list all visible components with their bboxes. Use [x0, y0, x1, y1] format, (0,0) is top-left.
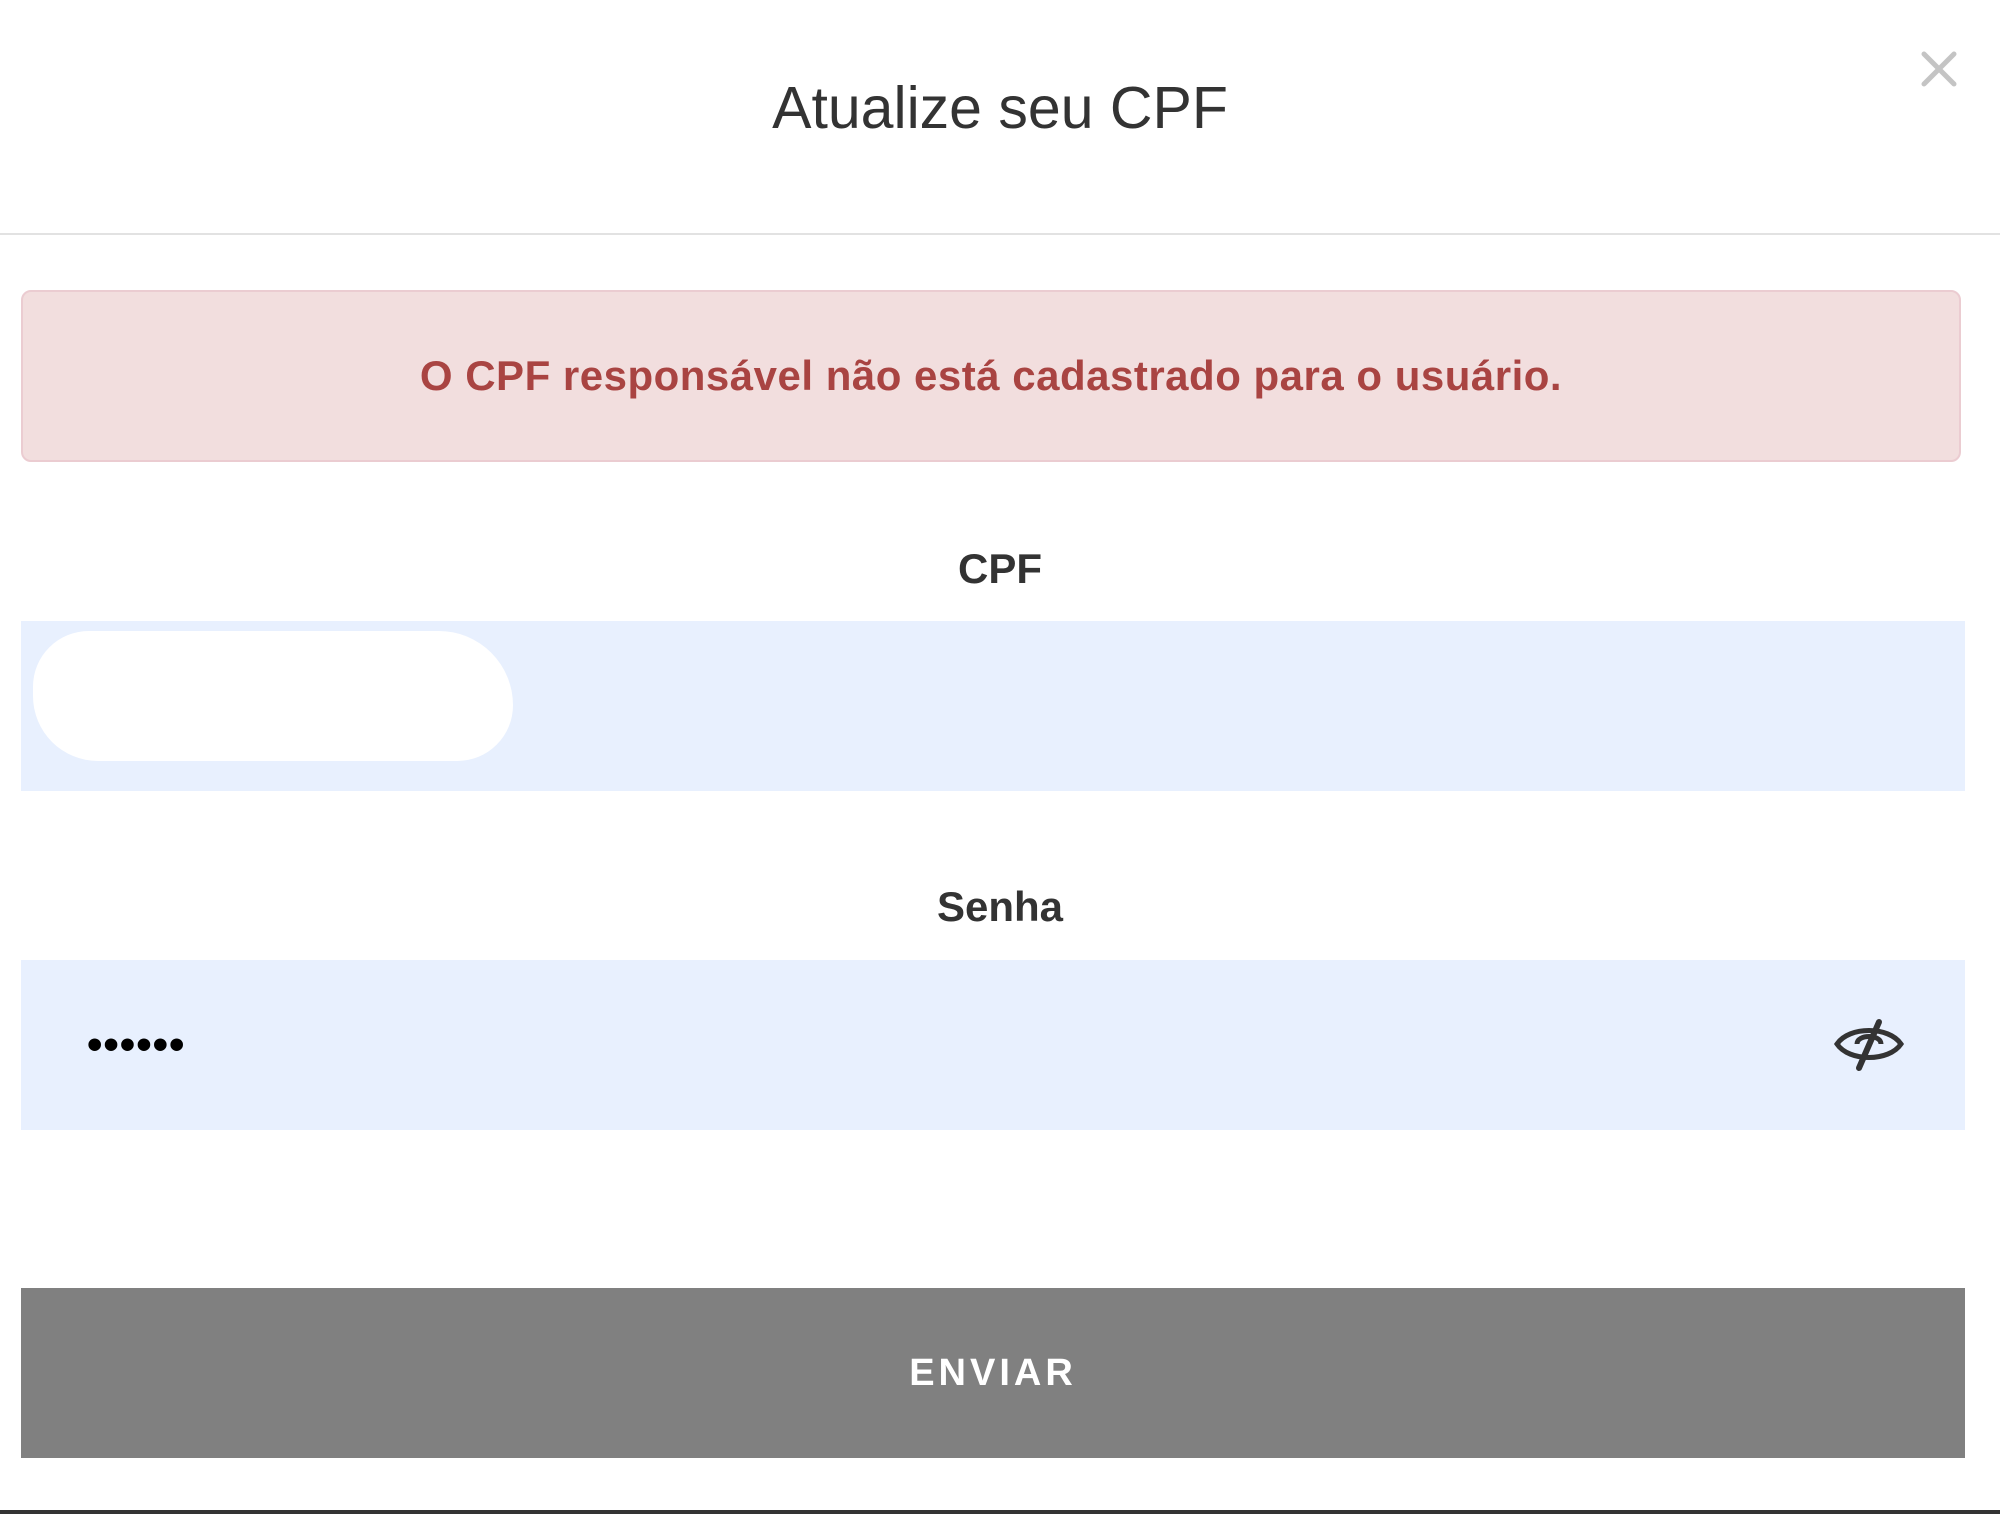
password-visibility-toggle[interactable] [1833, 1016, 1905, 1072]
modal-title: Atualize seu CPF [772, 75, 1228, 141]
password-label: Senha [936, 883, 1064, 930]
update-cpf-modal: Atualize seu CPF O CPF responsável não e… [0, 0, 2000, 1514]
password-field[interactable]: •••••• [21, 960, 1965, 1130]
bottom-divider [0, 1510, 2000, 1514]
modal-header: Atualize seu CPF [0, 0, 2000, 235]
redacted-value [33, 631, 513, 761]
cpf-label: CPF [958, 545, 1042, 592]
close-button[interactable] [1916, 46, 1962, 92]
close-icon [1921, 51, 1957, 87]
error-alert: O CPF responsável não está cadastrado pa… [21, 290, 1961, 462]
submit-button[interactable]: ENVIAR [21, 1288, 1965, 1458]
cpf-field[interactable] [21, 621, 1965, 791]
eye-slash-icon [1833, 1019, 1905, 1071]
password-input[interactable]: •••••• [87, 960, 185, 1130]
error-alert-message: O CPF responsável não está cadastrado pa… [419, 352, 1563, 399]
